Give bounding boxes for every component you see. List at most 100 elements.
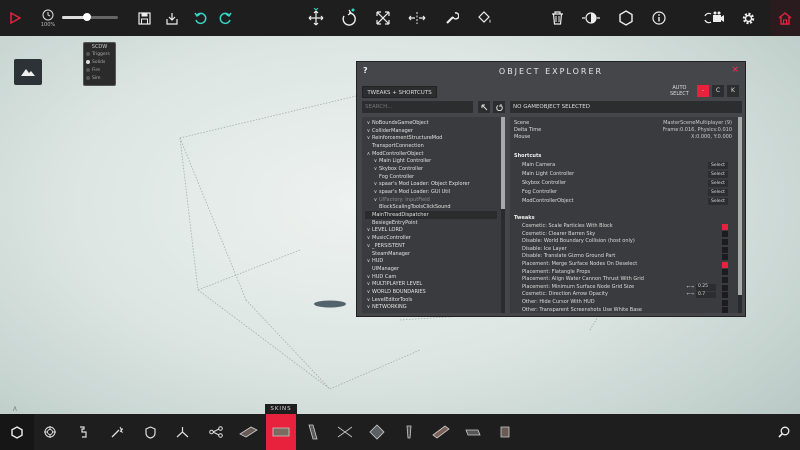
tree-item[interactable]: ∨ NETWORKING [365, 304, 497, 312]
paint-bucket-icon[interactable] [466, 0, 502, 36]
chevron-down-icon[interactable]: ∨ [372, 158, 379, 164]
refresh-button[interactable] [493, 101, 505, 113]
chevron-down-icon[interactable]: ∨ [372, 181, 379, 187]
wand-icon[interactable] [101, 414, 133, 450]
chevron-down-icon[interactable]: ∨ [365, 227, 372, 233]
tree-item[interactable]: ∨ LevelEditorTools [365, 296, 497, 304]
mode-c-button[interactable]: C [712, 85, 724, 97]
skin-thumbnail[interactable] [234, 418, 264, 446]
adjust-arrows-icon[interactable]: ←→ [686, 291, 694, 299]
select-button[interactable]: Select [708, 197, 728, 205]
time-scale-button[interactable]: 100% [36, 0, 60, 36]
scdw-option-sim[interactable]: Sim [86, 74, 113, 82]
select-button[interactable]: Select [708, 161, 728, 169]
tweaks-scrollbar[interactable] [738, 117, 742, 313]
time-scale-slider[interactable] [62, 13, 118, 21]
tree-item[interactable]: TransportConnection [365, 142, 497, 150]
skin-thumbnail[interactable] [298, 418, 328, 446]
chevron-down-icon[interactable]: ∨ [372, 189, 379, 195]
tree-item[interactable]: BlockScalingToolsClickSound [365, 204, 497, 212]
play-icon[interactable] [0, 0, 30, 36]
chevron-down-icon[interactable]: ∨ [365, 289, 372, 295]
skin-thumbnail[interactable] [458, 418, 488, 446]
auto-select-toggle[interactable]: - [697, 85, 709, 97]
tweak-toggle[interactable] [722, 292, 728, 299]
tree-item[interactable]: ∨ LEVEL LORD [365, 227, 497, 235]
chevron-down-icon[interactable]: ∨ [365, 128, 372, 134]
select-button[interactable]: Select [708, 179, 728, 187]
tree-item[interactable]: ∨ Skybox Controller [365, 165, 497, 173]
tweak-toggle[interactable] [722, 299, 728, 306]
select-button[interactable]: Select [708, 188, 728, 196]
tree-item[interactable]: ∨ ReinforcementStructureMod [365, 134, 497, 142]
chevron-up-icon[interactable]: ∧ [12, 404, 18, 413]
tree-item[interactable]: ∨ MULTIPLAYER LEVEL [365, 280, 497, 288]
tree-item[interactable]: ∨ MusicController [365, 234, 497, 242]
search-icon[interactable] [768, 414, 800, 450]
shield-icon[interactable] [134, 414, 166, 450]
tree-item[interactable]: ∨ HUD Cam [365, 273, 497, 281]
object-explorer-title[interactable]: OBJECT EXPLORER [357, 62, 745, 82]
tweak-toggle[interactable] [722, 261, 728, 268]
tweak-toggle[interactable] [722, 307, 728, 313]
tree-scroll-thumb[interactable] [501, 117, 505, 209]
tweak-number-field[interactable]: 0.25 [696, 284, 716, 291]
wrench-icon[interactable] [434, 0, 470, 36]
tree-item[interactable]: SteamManager [365, 250, 497, 258]
tree-item[interactable]: ∨ spaar's Mod Loader: Object Explorer [365, 181, 497, 189]
scdw-option-fire[interactable]: Fire [86, 66, 113, 74]
scdw-dot[interactable] [86, 68, 90, 72]
chevron-down-icon[interactable]: ∨ [365, 281, 372, 287]
skin-thumbnail[interactable] [330, 418, 360, 446]
chevron-down-icon[interactable]: ∨ [365, 297, 372, 303]
tree-item[interactable]: ∨ WORLD BOUNDARIES [365, 288, 497, 296]
tweak-toggle[interactable] [722, 254, 728, 261]
skin-thumbnail[interactable] [426, 418, 456, 446]
tweak-number-field[interactable]: 0.7 [696, 291, 716, 299]
tweak-toggle[interactable] [722, 276, 728, 283]
delete-icon[interactable] [539, 0, 575, 36]
chevron-down-icon[interactable]: ∨ [365, 120, 372, 126]
chevron-down-icon[interactable]: ∨ [372, 197, 379, 203]
chevron-down-icon[interactable]: ∨ [365, 243, 372, 249]
tree-item[interactable]: MainThreadDispatcher [365, 211, 497, 219]
scale-icon[interactable] [365, 0, 401, 36]
tweak-toggle[interactable] [722, 238, 728, 245]
tree-item[interactable]: ∨ UIFactory: InputField [365, 196, 497, 204]
select-button[interactable]: Select [708, 170, 728, 178]
tree-item[interactable]: ∧ ModControllerObject [365, 150, 497, 158]
tweaks-panel[interactable]: Scene MasterSceneMultiplayer (9) Delta Tim… [510, 117, 742, 313]
info-icon[interactable] [641, 0, 677, 36]
pipette-icon[interactable] [67, 414, 99, 450]
tree-item[interactable]: Fog Controller [365, 173, 497, 181]
target-icon[interactable] [34, 414, 66, 450]
hexagon-icon[interactable] [608, 0, 644, 36]
nodes-icon[interactable] [200, 414, 232, 450]
tweaks-scroll-thumb[interactable] [738, 117, 742, 295]
tweak-toggle[interactable] [722, 223, 728, 230]
flip-icon[interactable] [399, 0, 435, 36]
home-icon[interactable] [770, 0, 800, 36]
tweak-toggle[interactable] [722, 231, 728, 238]
tripod-icon[interactable] [166, 414, 198, 450]
tree-item[interactable]: ∨ Main Light Controller [365, 157, 497, 165]
mode-k-button[interactable]: K [727, 85, 739, 97]
rotate-icon[interactable] [331, 0, 367, 36]
environment-button[interactable] [14, 59, 42, 85]
chevron-down-icon[interactable]: ∨ [365, 135, 372, 141]
tree-item[interactable]: ∨ HUD [365, 257, 497, 265]
tree-item[interactable]: BesiegeEntryPoint [365, 219, 497, 227]
redo-icon[interactable] [207, 0, 243, 36]
search-input[interactable] [362, 101, 473, 113]
scdw-dot[interactable] [86, 76, 90, 80]
scdw-option-solids[interactable]: Solids [86, 58, 113, 66]
settings-icon[interactable] [730, 0, 766, 36]
skin-thumbnail[interactable] [266, 414, 296, 450]
tree-item[interactable]: ∨ spaar's Mod Loader: GUI Util [365, 188, 497, 196]
tweak-toggle[interactable] [722, 269, 728, 276]
skins-tab-label[interactable]: SKINS [265, 404, 297, 414]
select-cursor-button[interactable] [478, 101, 490, 113]
hierarchy-tree[interactable]: ∨ NoBoundsGameObject ∨ ColliderManager ∨ Rein… [362, 117, 505, 313]
scdw-dot[interactable] [86, 52, 90, 56]
block-category-button[interactable] [0, 414, 34, 450]
